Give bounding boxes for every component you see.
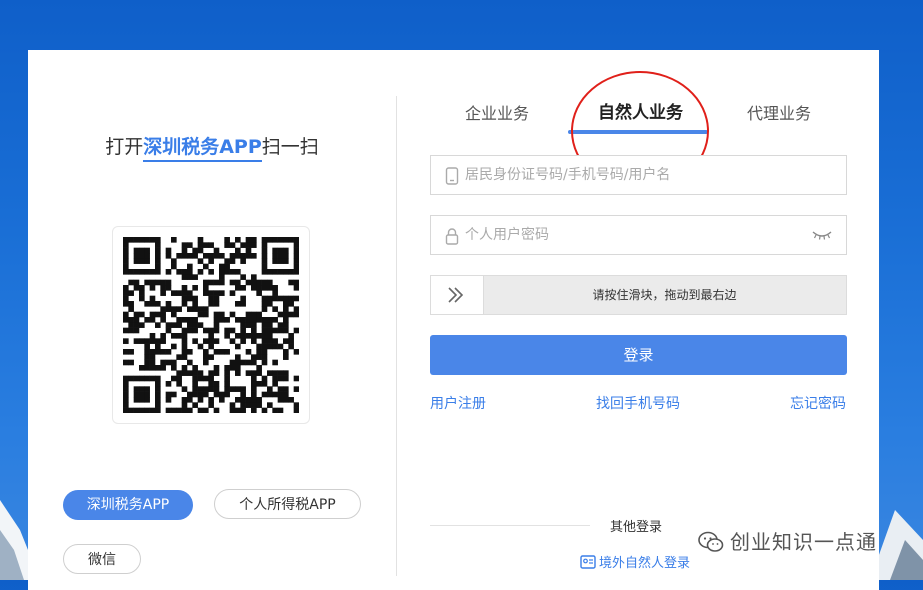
lock-icon (445, 228, 459, 245)
wechat-button[interactable]: 微信 (63, 544, 141, 574)
qr-code (123, 237, 299, 413)
login-card: 打开深圳税务APP扫一扫 深圳税务APP 个人所得税APP 微信 企业业务 自然… (28, 50, 879, 590)
password-input[interactable] (465, 216, 805, 254)
register-link[interactable]: 用户注册 (430, 393, 486, 413)
phone-icon (445, 167, 459, 185)
overseas-login-label: 境外自然人登录 (599, 556, 691, 571)
scan-suffix: 扫一扫 (261, 136, 319, 158)
id-card-icon (580, 555, 596, 569)
watermark-text: 创业知识一点通 (730, 530, 877, 554)
forgot-password-link[interactable]: 忘记密码 (790, 393, 846, 413)
other-login-label: 其他登录 (610, 520, 663, 535)
eye-closed-icon[interactable] (812, 229, 832, 241)
login-button[interactable]: 登录 (430, 335, 847, 375)
username-field[interactable] (430, 155, 847, 195)
tab-agent[interactable]: 代理业务 (747, 100, 811, 124)
other-login-divider (430, 525, 590, 526)
shenzhen-app-button[interactable]: 深圳税务APP (63, 490, 193, 520)
recover-phone-link[interactable]: 找回手机号码 (596, 393, 680, 413)
slider-handle[interactable] (431, 276, 484, 314)
username-input[interactable] (465, 156, 805, 194)
overseas-login-link[interactable]: 境外自然人登录 (580, 552, 690, 571)
wechat-icon (698, 531, 724, 552)
tab-enterprise[interactable]: 企业业务 (465, 100, 529, 124)
personal-tax-app-button[interactable]: 个人所得税APP (214, 489, 361, 519)
vertical-divider (396, 96, 397, 576)
double-chevron-right-icon (448, 287, 464, 303)
slider-hint: 请按住滑块，拖动到最右边 (592, 288, 737, 302)
password-field[interactable] (430, 215, 847, 255)
scan-title: 打开深圳税务APP扫一扫 (28, 132, 396, 162)
watermark: 创业知识一点通 (698, 526, 877, 555)
qr-code-box (112, 226, 310, 424)
scan-app-name: 深圳税务APP (143, 136, 262, 162)
slider-captcha[interactable]: 请按住滑块，拖动到最右边 (430, 275, 847, 315)
scan-prefix: 打开 (105, 136, 144, 158)
